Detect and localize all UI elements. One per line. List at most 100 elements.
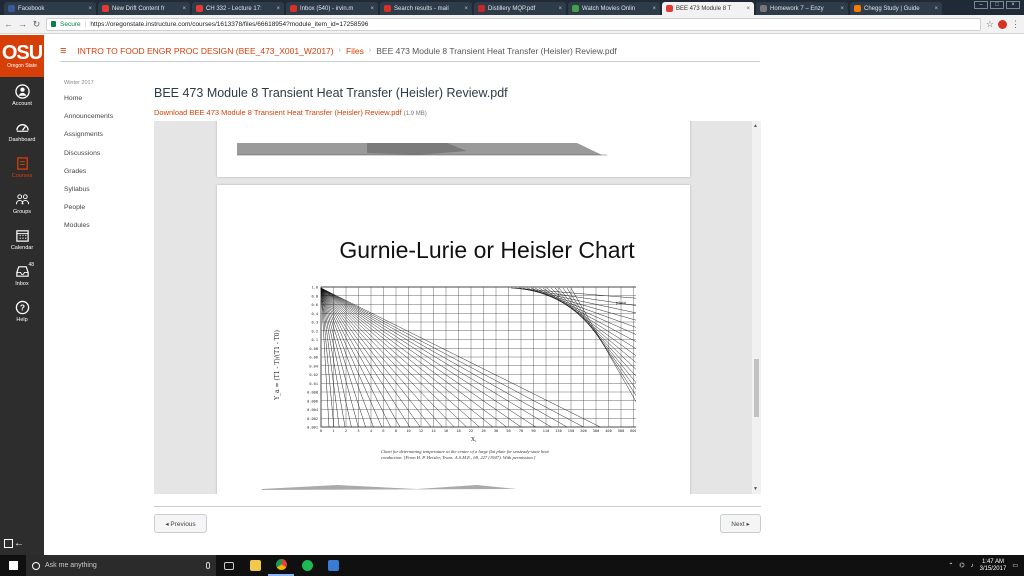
previous-slide-graphic [237,143,607,156]
browser-tab[interactable]: Inbox (540) - irvin.m × [286,2,378,15]
global-nav-label: Groups [12,208,32,215]
close-tab-icon[interactable]: × [464,6,468,12]
forward-icon[interactable]: → [18,19,27,29]
course-nav-grades[interactable]: Grades [64,167,144,185]
tray-chevron-icon[interactable]: ⌃ [948,562,953,569]
help-icon: ? [15,300,30,315]
browser-tab[interactable]: Facebook × [4,2,96,15]
close-tab-icon[interactable]: × [746,6,750,12]
browser-tab[interactable]: BEE 473 Module 8 T × [662,2,754,15]
network-icon[interactable]: ⌬ [959,562,964,569]
pdf-viewer[interactable]: Gurnie-Lurie or Heisler Chart 1.0 0.8 0.6 0… [154,121,761,494]
x-tick-label: 300 [593,429,600,433]
tab-favicon-icon [290,5,297,12]
app-button[interactable] [320,555,346,576]
clock[interactable]: 1:47 AM 3/15/2017 [980,559,1007,573]
global-nav-account[interactable]: Account [0,77,44,113]
osu-logo[interactable]: OSU Oregon State [0,35,44,77]
close-window-button[interactable]: × [1006,1,1020,9]
scrollbar-thumb[interactable] [754,359,759,417]
close-tab-icon[interactable]: × [558,6,562,12]
global-nav-groups[interactable]: Groups [0,185,44,221]
maximize-button[interactable]: □ [990,1,1004,9]
global-nav-inbox[interactable]: Inbox 48 [0,257,44,293]
course-menu-icon[interactable]: ≡ [60,45,66,57]
tab-title: BEE 473 Module 8 T [676,5,732,12]
tab-favicon-icon [384,5,391,12]
breadcrumb-files-link[interactable]: Files [346,46,364,56]
course-nav-home[interactable]: Home [64,94,144,112]
course-nav-announcements[interactable]: Announcements [64,112,144,130]
x-tick-label: 0 [320,429,322,433]
global-nav-courses[interactable]: Courses [0,149,44,185]
close-tab-icon[interactable]: × [88,6,92,12]
back-icon[interactable]: ← [4,19,13,29]
tab-favicon-icon [666,5,673,12]
scroll-down-icon[interactable]: ▼ [753,486,758,492]
mic-icon[interactable] [206,562,210,569]
x-tick-label: 90 [531,429,535,433]
x-tick-label: 400 [605,429,612,433]
spotify-button[interactable] [294,555,320,576]
tab-favicon-icon [854,5,861,12]
collapse-nav-button[interactable]: ← [4,538,24,549]
browser-tab[interactable]: Search results - mail × [380,2,472,15]
global-nav-help[interactable]: ? Help [0,293,44,329]
global-nav-dashboard[interactable]: Dashboard [0,113,44,149]
course-nav-people[interactable]: People [64,203,144,221]
course-nav-assignments[interactable]: Assignments [64,130,144,148]
windows-icon [8,561,18,570]
tab-favicon-icon [478,5,485,12]
course-nav-syllabus[interactable]: Syllabus [64,185,144,203]
chrome-button[interactable] [268,555,294,576]
x-tick-label: 18 [456,429,460,433]
scroll-up-icon[interactable]: ▲ [753,123,758,129]
notifications-icon[interactable]: ▭ [1012,562,1018,569]
lock-icon [51,21,56,27]
global-nav-label: Dashboard [8,136,36,143]
minimize-button[interactable]: – [974,1,988,9]
download-link[interactable]: Download BEE 473 Module 8 Transient Heat… [154,108,402,117]
browser-tab[interactable]: Watch Movies Onlin × [568,2,660,15]
close-tab-icon[interactable]: × [652,6,656,12]
bookmark-star-icon[interactable]: ☆ [986,19,994,30]
y-tick-label: 0.06 [309,356,318,360]
cortana-search[interactable]: Ask me anything [26,555,216,576]
browser-tab[interactable]: Distillery MQP.pdf × [474,2,566,15]
adblock-icon[interactable] [998,19,1007,29]
breadcrumb: ≡ INTRO TO FOOD ENGR PROC DESIGN (BEE_47… [60,40,760,62]
close-tab-icon[interactable]: × [370,6,374,12]
breadcrumb-course-link[interactable]: INTRO TO FOOD ENGR PROC DESIGN (BEE_473_… [77,46,333,56]
close-tab-icon[interactable]: × [840,6,844,12]
address-bar: ← → ↻ Secure | https://oregonstate.instr… [0,15,1024,34]
task-view-button[interactable] [216,555,242,576]
browser-tab[interactable]: New Drift Content fr × [98,2,190,15]
file-explorer-button[interactable] [242,555,268,576]
next-button[interactable]: Next ▸ [720,514,761,533]
x-tick-label: 50 [506,429,510,433]
global-nav-label: Courses [11,172,33,179]
app-icon [327,560,339,571]
reload-icon[interactable]: ↻ [32,19,41,30]
close-tab-icon[interactable]: × [276,6,280,12]
previous-button[interactable]: ◂ Previous [154,514,207,533]
close-tab-icon[interactable]: × [182,6,186,12]
course-nav-modules[interactable]: Modules [64,221,144,239]
browser-menu-icon[interactable]: ⋮ [1011,19,1020,30]
close-tab-icon[interactable]: × [934,6,938,12]
course-navigation: Winter 2017 Home Announcements Assignments… [64,80,144,240]
browser-tab[interactable]: CH 332 - Lecture 17: × [192,2,284,15]
heisler-chart-svg: 1.0 0.8 0.6 0.4 0.3 0.2 0.1 0.08 0.06 0.04 0.02 0.0… [274,286,649,444]
y-tick-label: 0.3 [312,321,319,325]
pdf-page-next [217,481,690,494]
browser-tab[interactable]: Chegg Study | Guide × [850,2,942,15]
global-nav-calendar[interactable]: Calendar [0,221,44,257]
course-nav-discussions[interactable]: Discussions [64,149,144,167]
browser-tab[interactable]: Homework 7 – Enzy × [756,2,848,15]
tab-favicon-icon [102,5,109,12]
start-button[interactable] [0,555,26,576]
url-input[interactable]: Secure | https://oregonstate.instructure… [46,17,981,31]
pdf-scrollbar[interactable]: ▲ ▼ [752,121,761,494]
volume-icon[interactable]: ♪ [971,563,974,569]
footer-divider [154,506,761,507]
